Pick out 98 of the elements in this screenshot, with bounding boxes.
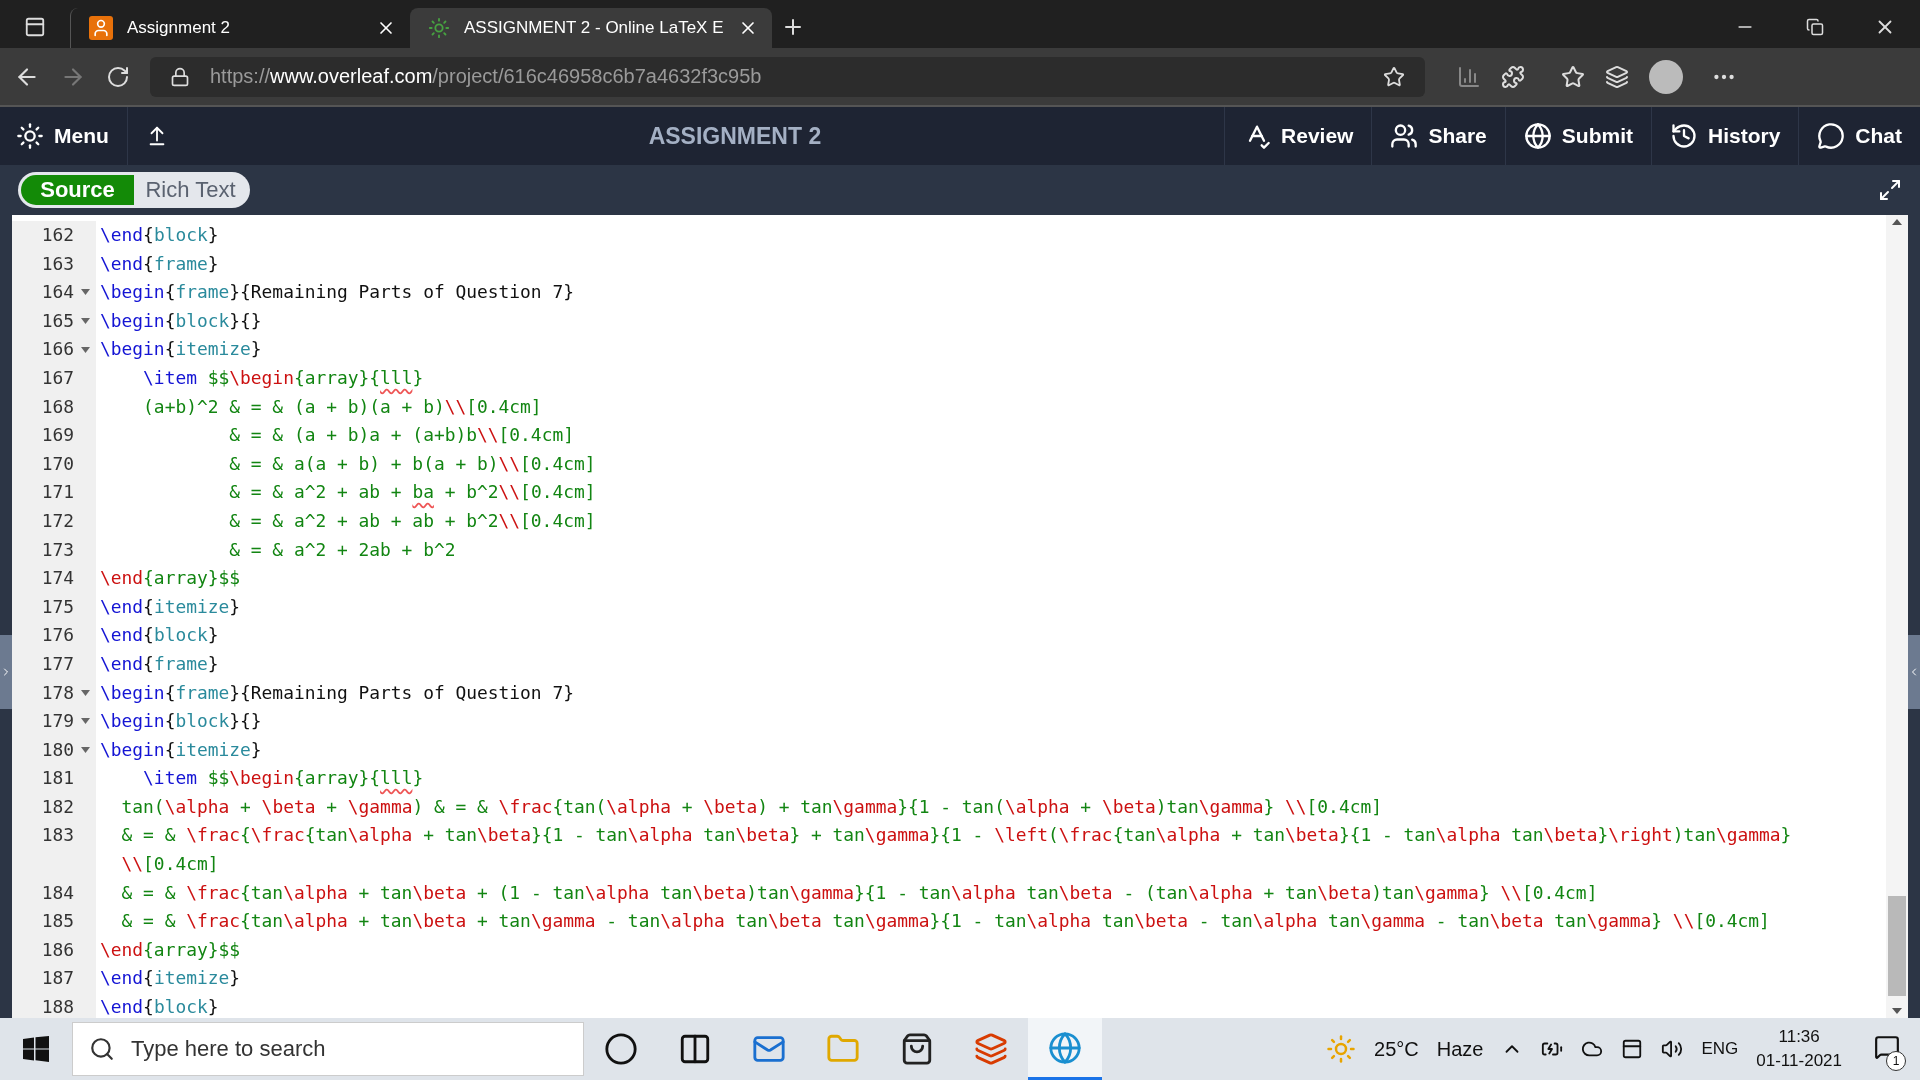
code-line: & = & (a + b)a + (a+b)b\\[0.4cm] — [228, 423, 575, 448]
code-line: \begin{block}{} — [100, 709, 263, 734]
line-number: 164 — [41, 280, 74, 305]
bar-chart-icon[interactable] — [1457, 64, 1481, 89]
fold-arrow-icon[interactable] — [80, 318, 90, 325]
mode-toggle[interactable]: Rich Text — [134, 175, 247, 205]
code-line: \begin{itemize} — [100, 337, 263, 362]
favorite-add-icon[interactable] — [1383, 65, 1405, 88]
line-number: 169 — [41, 423, 74, 448]
line-number: 188 — [41, 995, 74, 1018]
weather-icon — [1326, 1034, 1357, 1064]
code-line: \end{itemize} — [100, 966, 242, 991]
people-icon — [1390, 122, 1419, 150]
globe-icon — [1523, 122, 1552, 150]
code-line: & = & a^2 + ab + ab + b^2\\[0.4cm] — [228, 508, 597, 533]
line-number: 183 — [41, 823, 74, 848]
scrollbar[interactable] — [1886, 215, 1908, 1018]
line-number: 180 — [41, 737, 74, 762]
line-number: 178 — [41, 680, 74, 705]
code-line: \end{block} — [100, 995, 220, 1018]
line-number: 167 — [41, 365, 74, 390]
code-line: & = & a(a + b) + b(a + b)\\[0.4cm] — [228, 451, 597, 476]
line-number: 186 — [41, 937, 74, 962]
line-number: 177 — [41, 651, 74, 676]
notification-count: 1 — [1886, 1050, 1906, 1071]
line-number: 163 — [41, 251, 74, 276]
volume-icon[interactable] — [1661, 1038, 1684, 1060]
line-number: 181 — [41, 766, 74, 791]
line-number: 185 — [41, 909, 74, 934]
line-number: 162 — [41, 223, 74, 247]
expand-icon[interactable] — [1878, 178, 1902, 202]
fold-arrow-icon[interactable] — [80, 747, 90, 753]
code-line: \item $$\begin{array}{lll} — [142, 766, 425, 791]
code-line: \end{array}$$ — [100, 937, 242, 962]
code-line: & = & a^2 + ab + ba + b^2\\[0.4cm] — [228, 480, 597, 505]
code-line: \begin{block}{} — [100, 308, 263, 333]
favorites-icon[interactable] — [1561, 64, 1585, 89]
scroll-down-arrow-icon[interactable] — [1892, 1008, 1902, 1014]
browser-tab[interactable]: ASSIGNMENT 2 - Online LaTeX E — [410, 8, 772, 48]
line-number: 168 — [41, 394, 74, 419]
code-line: (a+b)^2 & = & (a + b)(a + b)\\[0.4cm] — [142, 394, 543, 419]
mode-toggle[interactable]: Source — [21, 175, 134, 205]
history-icon — [1669, 122, 1698, 150]
line-number: 174 — [41, 566, 74, 591]
code-line: & = & a^2 + 2ab + b^2 — [228, 537, 457, 562]
fold-arrow-icon[interactable] — [80, 689, 90, 696]
line-number: 179 — [41, 709, 74, 734]
circle-icon — [604, 1032, 638, 1066]
temperature: 25°C — [1374, 1037, 1419, 1061]
classroom-icon — [89, 16, 113, 40]
scroll-up-arrow-icon[interactable] — [1892, 219, 1902, 225]
line-number: 175 — [41, 594, 74, 619]
code-line: \end{array}$$ — [100, 566, 242, 591]
line-number: 165 — [41, 308, 74, 333]
weather-condition: Haze — [1436, 1037, 1484, 1061]
code-line: \begin{itemize} — [100, 737, 263, 762]
shopping-bag-icon — [900, 1032, 934, 1066]
right-panel-handle[interactable] — [1908, 634, 1920, 709]
search-field[interactable]: Type here to search — [72, 1022, 584, 1076]
menu-button[interactable]: Menu — [0, 107, 127, 165]
clock-time: 11:36 — [1778, 1027, 1820, 1047]
line-number: 172 — [41, 508, 74, 533]
fold-arrow-icon[interactable] — [80, 718, 90, 725]
language-indicator[interactable]: ENG — [1701, 1039, 1739, 1059]
code-line: \end{block} — [100, 223, 220, 247]
code-line: & = & \frac{tan\alpha + tan\beta + tan\gamma - tan\alpha tan\beta tan\gamma}{1 - tan\alpha tan\beta - tan\alpha tan\gamma - tan\beta tan\gamma} \\[0.4cm] — [120, 909, 1771, 934]
line-number: 173 — [41, 537, 74, 562]
code-line: \end{block} — [100, 623, 220, 648]
code-line: tan(\alpha + \beta + \gamma) & = & \frac{tan(\alpha + \beta) + tan\gamma}{1 - tan(\alpha + \beta)tan\gamma} \\[0.4cm] — [120, 794, 1383, 819]
line-number: 184 — [41, 880, 74, 905]
line-number: 171 — [41, 480, 74, 505]
scrollbar-thumb[interactable] — [1888, 896, 1906, 996]
line-number: 166 — [41, 337, 74, 362]
profile-avatar[interactable] — [1649, 59, 1683, 94]
line-number: 182 — [41, 794, 74, 819]
left-panel-handle[interactable] — [0, 634, 12, 709]
line-number: 176 — [41, 623, 74, 648]
fold-arrow-icon[interactable] — [80, 346, 90, 353]
extensions-icon[interactable] — [1501, 64, 1525, 89]
speech-bubble-icon — [1817, 122, 1846, 150]
line-number: 170 — [41, 451, 74, 476]
search-icon — [89, 1036, 115, 1062]
collections-icon[interactable] — [1605, 64, 1629, 89]
lock-icon — [170, 66, 190, 87]
line-number: 187 — [41, 966, 74, 991]
project-title: ASSIGNMENT 2 — [647, 121, 823, 151]
code-line: & = & \frac{tan\alpha + tan\beta + (1 - tan\alpha tan\beta)tan\gamma}{1 - tan\alpha tan\beta - (tan\alpha + tan\beta)tan\gamma} \\[0.4cm] — [120, 880, 1599, 905]
code-line: \end{frame} — [100, 651, 220, 676]
code-line: \end{frame} — [100, 251, 220, 276]
code-line: \begin{frame}{Remaining Parts of Question 7} — [100, 680, 575, 705]
code-line: \item $$\begin{array}{lll} — [142, 365, 425, 390]
code-line: \begin{frame}{Remaining Parts of Question 7} — [100, 280, 575, 305]
fold-arrow-icon[interactable] — [80, 289, 90, 296]
address-field[interactable]: https://www.overleaf.com/project/616c46958c6b7a4632f3c95b — [150, 56, 1425, 97]
reload-icon[interactable] — [106, 64, 130, 89]
task-view-icon — [678, 1032, 712, 1066]
code-line: \end{itemize} — [100, 594, 242, 619]
clock-date: 01-11-2021 — [1756, 1051, 1842, 1071]
